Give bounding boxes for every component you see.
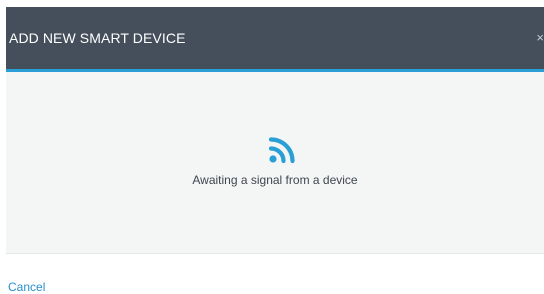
- add-device-dialog: ADD NEW SMART DEVICE × Awaiting a signal…: [6, 7, 544, 294]
- status-message: Awaiting a signal from a device: [192, 173, 358, 187]
- close-icon[interactable]: ×: [534, 32, 544, 44]
- wifi-signal-icon: [268, 137, 295, 164]
- dialog-header: ADD NEW SMART DEVICE ×: [6, 7, 544, 72]
- dialog-title: ADD NEW SMART DEVICE: [9, 30, 186, 46]
- dialog-body: Awaiting a signal from a device: [6, 72, 544, 254]
